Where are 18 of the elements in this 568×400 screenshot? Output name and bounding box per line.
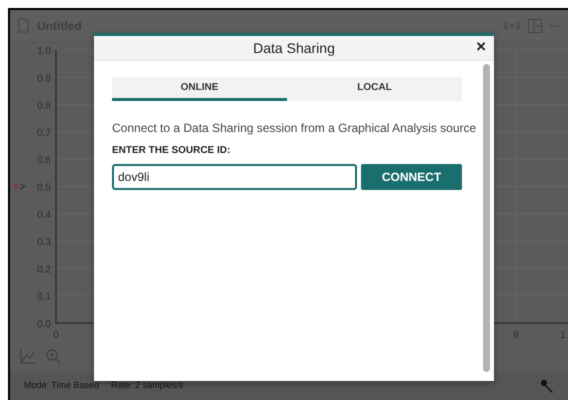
mode-label: Mode: Time Based	[24, 379, 100, 392]
document-icon	[18, 18, 29, 33]
dialog-title: Data Sharing	[253, 38, 335, 58]
marker-icon[interactable]	[15, 184, 26, 190]
field-label: ENTER THE SOURCE ID:	[112, 144, 232, 158]
graph-options-icon[interactable]	[20, 348, 36, 364]
tab[interactable]: LOCAL	[287, 77, 462, 101]
source-id-field[interactable]: dov9li	[112, 164, 357, 190]
wrench-icon[interactable]	[540, 379, 554, 393]
tab[interactable]: ONLINE	[112, 77, 287, 101]
rate-label: Rate: 2 samples/s	[111, 379, 184, 392]
description-text: Connect to a Data Sharing session from a Graphical Analysis source	[112, 120, 478, 137]
layout-icon[interactable]	[528, 18, 542, 32]
connect-button[interactable]: CONNECT	[361, 164, 462, 190]
zoom-icon[interactable]	[46, 350, 60, 364]
close-button[interactable]: ×	[474, 37, 488, 57]
wireless-icon[interactable]	[504, 20, 520, 30]
scrollbar-thumb[interactable]	[483, 64, 490, 372]
